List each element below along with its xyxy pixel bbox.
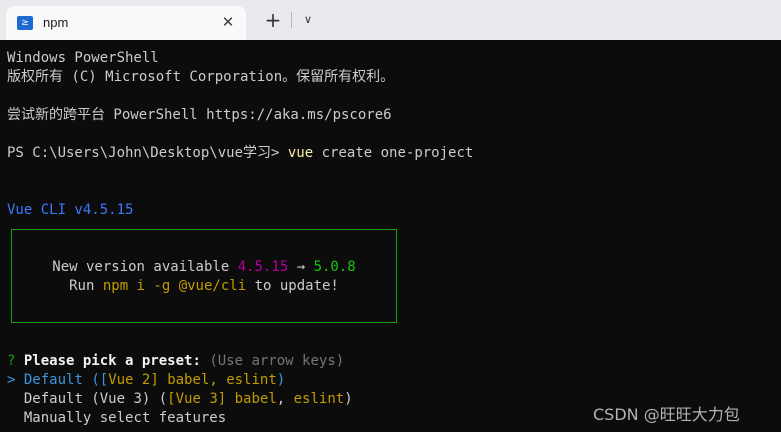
command-name: vue [287,145,314,161]
option-pointer [7,391,15,407]
header-line-2: 版权所有 (C) Microsoft Corporation。保留所有权利。 [7,69,395,85]
watermark: CSDN @旺旺大力包 [593,405,740,424]
preset-prompt: ? Please pick a preset: (Use arrow keys) [7,352,344,371]
option-preset-name: [Vue 3] babel [167,391,277,407]
latest-version: 5.0.8 [313,259,356,275]
option-detail-open: ([ [82,372,109,388]
preset-option-default-vue2[interactable]: > Default ([Vue 2] babel, eslint) [7,371,285,390]
header-line-1: Windows PowerShell [7,50,159,66]
tab-bar: ≥ npm ✕ + ∨ [0,0,781,40]
preset-option-manual[interactable]: Manually select features [7,409,226,428]
option-pointer [7,410,15,426]
option-label: Default (Vue 3) [23,391,151,407]
run-text: Run [69,278,103,294]
run-line: Run npm i -g @vue/cli to update! [12,277,396,296]
new-version-line: New version available 4.5.15 → 5.0.8 [12,258,396,277]
chevron-down-icon[interactable]: ∨ [298,10,318,30]
selection-pointer: > [7,372,16,388]
option-detail-close: ) [344,391,353,407]
preset-question: Please pick a preset: [23,353,201,369]
command-line: PS C:\Users\John\Desktop\vue学习> vue crea… [7,144,473,163]
option-detail: ] babel, eslint [150,372,277,388]
powershell-icon: ≥ [17,16,33,30]
current-version: 4.5.15 [237,259,289,275]
option-preset-name: Vue 2 [108,372,151,388]
option-label: Default [23,372,83,388]
option-detail-open: ( [150,391,168,407]
version-arrow: → [288,259,314,275]
update-banner: New version available 4.5.15 → 5.0.8 Run… [11,229,397,323]
install-command: npm i -g @vue/cli [102,278,247,294]
tab-title: npm [43,15,69,30]
option-detail-close: ) [276,372,286,388]
option-label: Manually select features [23,410,227,426]
preset-hint: (Use arrow keys) [209,353,345,369]
tip-line: 尝试新的跨平台 PowerShell https://aka.ms/pscore… [7,107,392,123]
question-mark: ? [7,353,16,369]
tab-npm[interactable]: ≥ npm ✕ [6,6,246,40]
preset-option-default-vue3[interactable]: Default (Vue 3) ([Vue 3] babel, eslint) [7,390,353,409]
close-icon[interactable]: ✕ [218,12,238,32]
command-args: create one-project [313,145,474,161]
option-detail-sep: , [276,391,294,407]
new-tab-button[interactable]: + [261,8,285,32]
new-version-text: New version available [52,259,238,275]
cli-version: Vue CLI v4.5.15 [7,202,134,218]
option-detail-tail: eslint [293,391,345,407]
update-text: to update! [246,278,339,294]
prompt: PS C:\Users\John\Desktop\vue学习> [7,145,288,161]
terminal-output[interactable]: Windows PowerShell 版权所有 (C) Microsoft Co… [0,40,781,432]
tab-divider [291,12,292,28]
